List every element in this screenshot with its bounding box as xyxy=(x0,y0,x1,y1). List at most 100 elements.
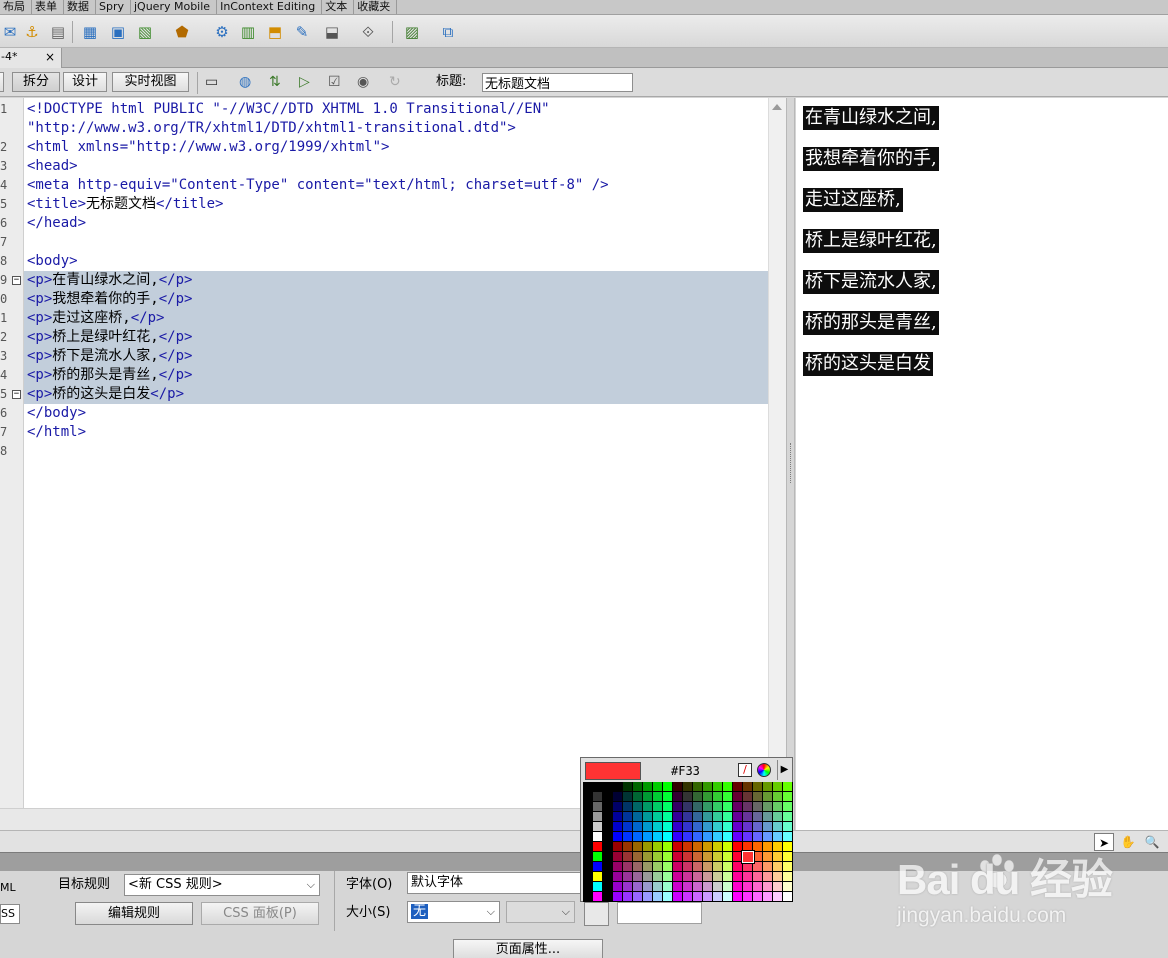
color-swatch[interactable] xyxy=(693,812,703,822)
color-swatch[interactable] xyxy=(683,882,693,892)
color-swatch[interactable] xyxy=(633,802,643,812)
color-swatch[interactable] xyxy=(583,852,593,862)
color-swatch[interactable] xyxy=(753,892,763,902)
color-swatch[interactable] xyxy=(703,852,713,862)
widget-icon[interactable]: ⚙ xyxy=(212,22,232,42)
color-swatch[interactable] xyxy=(593,792,603,802)
color-swatch[interactable] xyxy=(583,802,593,812)
color-swatch[interactable] xyxy=(643,842,653,852)
color-swatch[interactable] xyxy=(693,822,703,832)
color-swatch[interactable] xyxy=(713,822,723,832)
color-swatch[interactable] xyxy=(653,832,663,842)
color-swatch[interactable] xyxy=(783,802,793,812)
color-swatch[interactable] xyxy=(653,892,663,902)
color-swatch[interactable] xyxy=(723,882,733,892)
horizontal-rule-icon[interactable]: ▤ xyxy=(48,22,68,42)
html-mode-tab[interactable]: ML xyxy=(0,878,20,898)
image-icon[interactable]: ▧ xyxy=(135,22,155,42)
color-swatch[interactable] xyxy=(663,832,673,842)
color-swatch[interactable] xyxy=(703,862,713,872)
color-swatch[interactable] xyxy=(773,832,783,842)
color-swatch[interactable] xyxy=(763,862,773,872)
insert-category-tab[interactable]: jQuery Mobile xyxy=(131,0,218,14)
color-swatch[interactable] xyxy=(733,832,743,842)
close-tab-icon[interactable]: × xyxy=(45,48,55,66)
color-swatch[interactable] xyxy=(763,882,773,892)
color-swatch[interactable] xyxy=(593,832,603,842)
color-swatch[interactable] xyxy=(763,802,773,812)
color-swatch[interactable] xyxy=(773,862,783,872)
color-swatch[interactable] xyxy=(743,872,753,882)
color-swatch[interactable] xyxy=(773,802,783,812)
color-swatch[interactable] xyxy=(773,792,783,802)
color-swatch[interactable] xyxy=(623,872,633,882)
color-swatch[interactable] xyxy=(623,892,633,902)
refresh-icon[interactable]: ↻ xyxy=(389,73,401,91)
color-swatch[interactable] xyxy=(603,802,613,812)
insert-category-tab[interactable]: InContext Editing xyxy=(217,0,323,14)
color-swatch[interactable] xyxy=(623,832,633,842)
code-view-button[interactable] xyxy=(0,72,4,92)
design-paragraph[interactable]: 桥上是绿叶红花, xyxy=(803,229,939,253)
color-swatch[interactable] xyxy=(783,882,793,892)
color-swatch[interactable] xyxy=(623,802,633,812)
color-swatch[interactable] xyxy=(623,822,633,832)
color-swatch[interactable] xyxy=(613,872,623,882)
color-swatch[interactable] xyxy=(703,892,713,902)
color-swatch[interactable] xyxy=(643,882,653,892)
color-swatch[interactable] xyxy=(663,782,673,792)
split-divider[interactable] xyxy=(786,98,795,830)
text-color-input[interactable] xyxy=(617,902,702,924)
color-swatch[interactable] xyxy=(713,812,723,822)
color-swatch[interactable] xyxy=(693,832,703,842)
color-swatch[interactable] xyxy=(663,872,673,882)
named-anchor-icon[interactable]: ⚓ xyxy=(22,22,42,42)
templates-icon[interactable]: ▨ xyxy=(402,22,422,42)
size-select[interactable]: 无 ⌵ xyxy=(407,901,500,923)
color-swatch[interactable] xyxy=(653,852,663,862)
color-swatch[interactable] xyxy=(643,782,653,792)
color-swatch[interactable] xyxy=(783,792,793,802)
color-swatch[interactable] xyxy=(603,822,613,832)
color-swatch[interactable] xyxy=(703,802,713,812)
design-paragraph[interactable]: 我想牵着你的手, xyxy=(803,147,939,171)
scroll-up-arrow-icon[interactable] xyxy=(772,104,782,110)
color-swatch[interactable] xyxy=(643,892,653,902)
color-swatch[interactable] xyxy=(673,842,683,852)
browser-check-icon[interactable]: ☑ xyxy=(328,73,341,91)
color-swatch[interactable] xyxy=(673,832,683,842)
color-swatch[interactable] xyxy=(613,832,623,842)
design-paragraph[interactable]: 在青山绿水之间, xyxy=(803,106,939,130)
color-swatch[interactable] xyxy=(703,832,713,842)
color-swatch[interactable] xyxy=(633,822,643,832)
color-swatch[interactable] xyxy=(723,782,733,792)
design-paragraph[interactable]: 走过这座桥, xyxy=(803,188,903,212)
color-swatch[interactable] xyxy=(613,782,623,792)
color-swatch[interactable] xyxy=(663,862,673,872)
color-swatch[interactable] xyxy=(633,842,643,852)
color-swatch[interactable] xyxy=(633,892,643,902)
color-swatch[interactable] xyxy=(583,862,593,872)
color-swatch[interactable] xyxy=(593,872,603,882)
color-swatch[interactable] xyxy=(763,872,773,882)
color-swatch[interactable] xyxy=(623,852,633,862)
design-paragraph[interactable]: 桥的这头是白发 xyxy=(803,352,933,376)
color-swatch[interactable] xyxy=(743,822,753,832)
color-swatch[interactable] xyxy=(583,892,593,902)
color-swatch[interactable] xyxy=(733,862,743,872)
color-swatch[interactable] xyxy=(603,872,613,882)
size-unit-select[interactable]: ⌵ xyxy=(506,901,575,923)
color-swatch[interactable] xyxy=(603,892,613,902)
color-swatch[interactable] xyxy=(713,782,723,792)
color-swatch[interactable] xyxy=(743,832,753,842)
color-swatch[interactable] xyxy=(733,812,743,822)
color-swatch[interactable] xyxy=(683,832,693,842)
color-swatch[interactable] xyxy=(643,872,653,882)
fold-toggle-icon[interactable]: − xyxy=(12,390,21,399)
color-swatch[interactable] xyxy=(683,822,693,832)
color-swatch[interactable] xyxy=(613,812,623,822)
color-swatch[interactable] xyxy=(623,792,633,802)
color-picker-popup[interactable]: #F33 / ▶ xyxy=(580,757,793,902)
color-swatch[interactable] xyxy=(593,852,603,862)
media-icon[interactable]: ⬟ xyxy=(172,22,192,42)
